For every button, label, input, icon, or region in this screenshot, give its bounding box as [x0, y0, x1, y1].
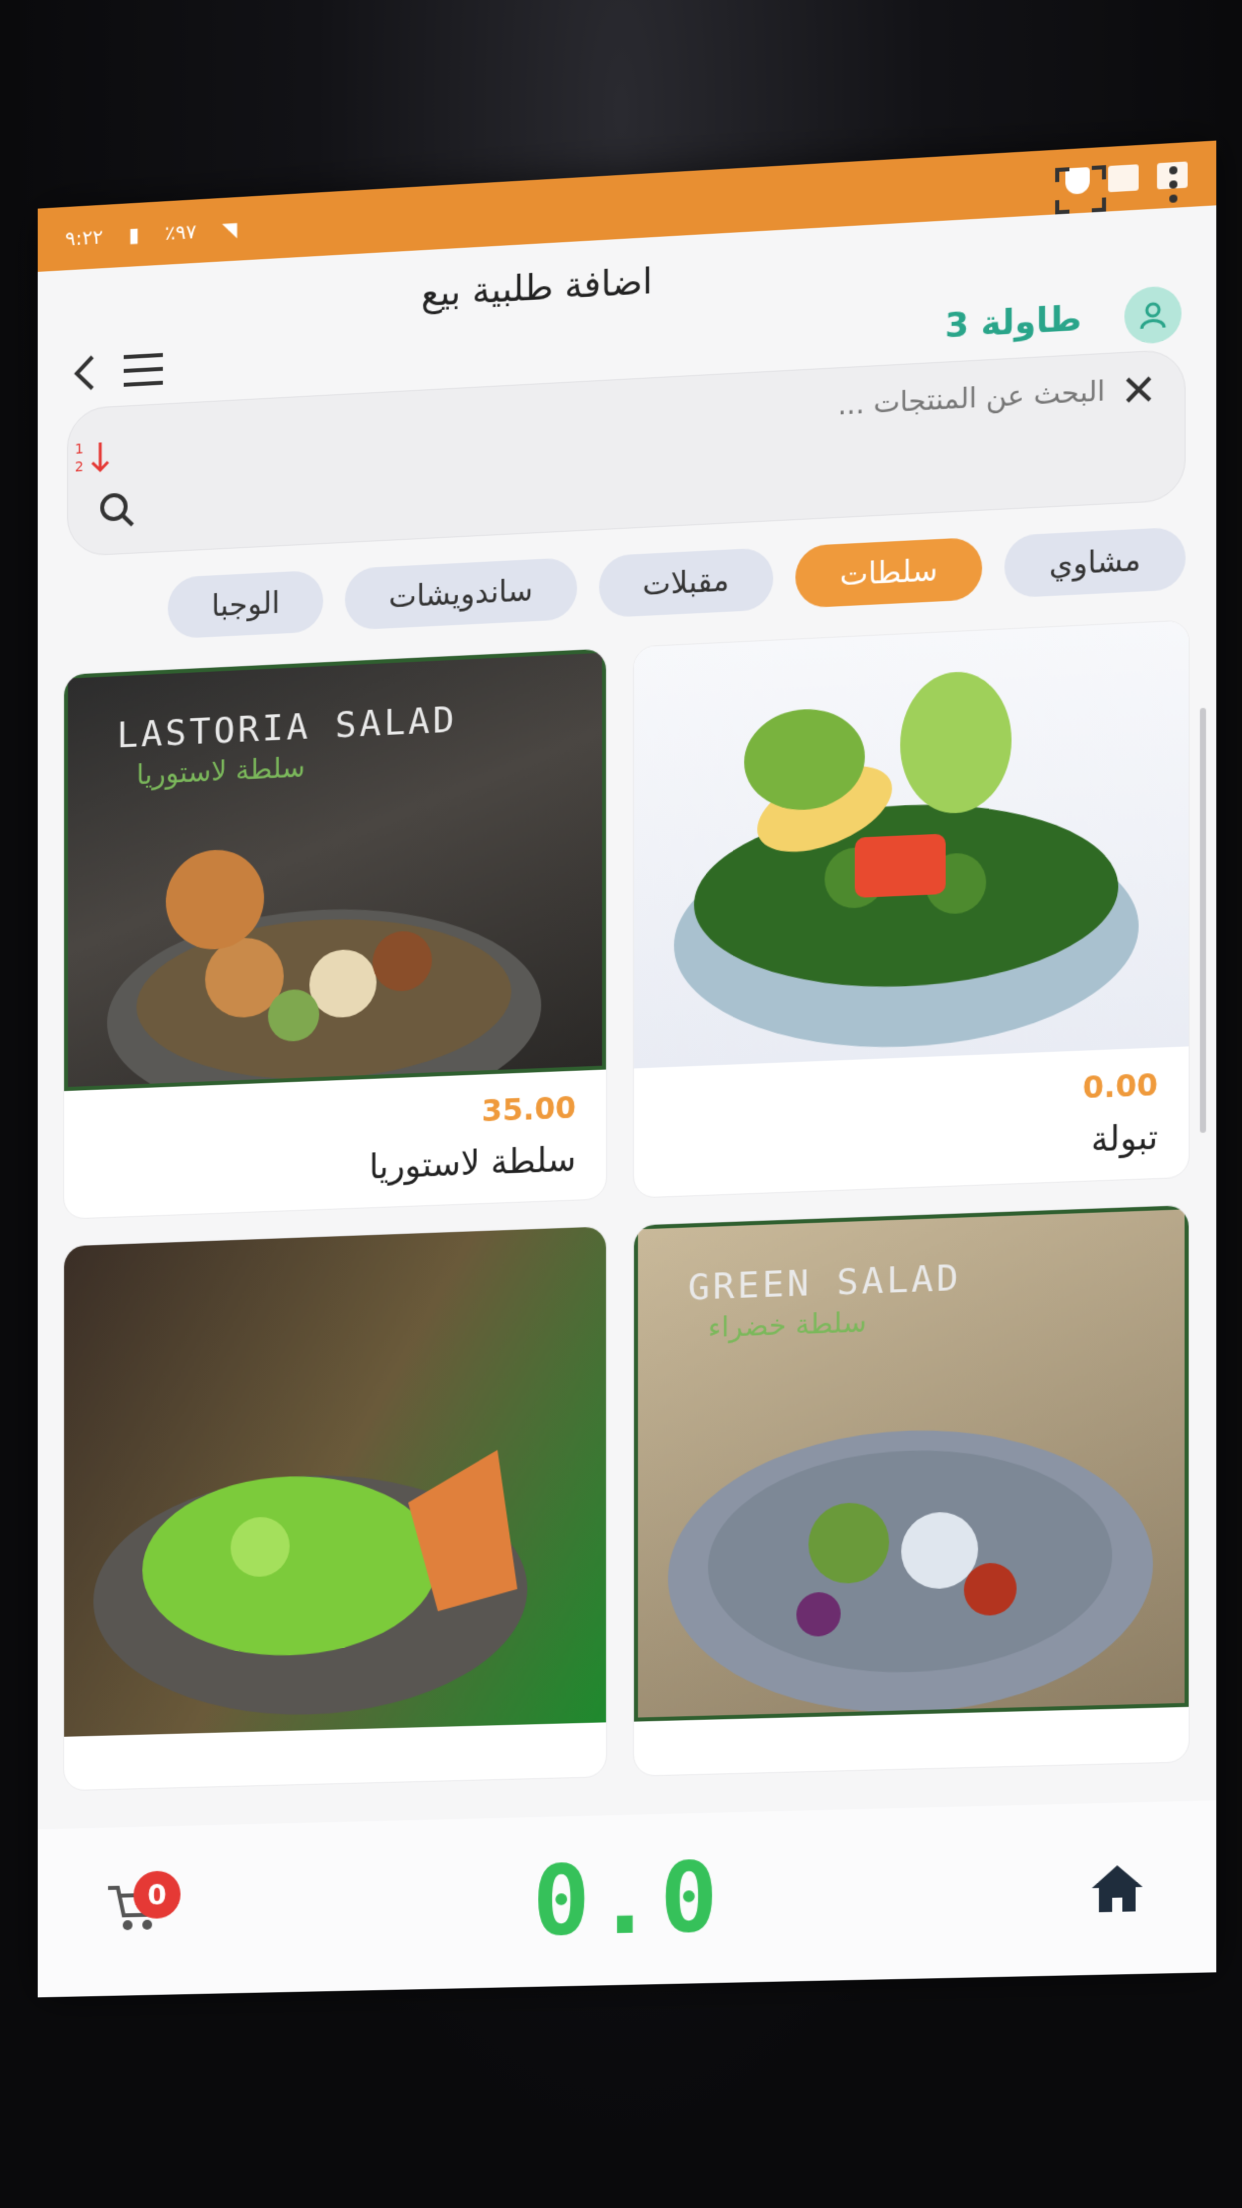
image-caption: GREEN SALAD	[687, 1257, 962, 1309]
green-salad-illustration	[667, 1422, 1153, 1719]
product-price: 0.00	[1082, 1067, 1159, 1107]
product-name	[93, 1757, 576, 1769]
search-input[interactable]: البحث عن المنتجات ...	[838, 374, 1106, 421]
product-price	[664, 1728, 1158, 1741]
product-name: تبولة	[1090, 1117, 1159, 1161]
back-icon[interactable]	[71, 353, 96, 394]
image-caption: LASTORIA SALAD	[116, 699, 458, 757]
more-options-icon[interactable]	[1167, 164, 1179, 205]
category-chip-active[interactable]: سلطات	[795, 536, 983, 609]
image-caption-ar: سلطة لاستوريا	[136, 750, 306, 792]
product-price: 35.00	[481, 1090, 577, 1130]
clear-icon[interactable]	[1123, 373, 1154, 405]
fullscreen-icon[interactable]	[1055, 165, 1106, 214]
order-total: 0.0	[532, 1841, 724, 1958]
page-title: اضافة طلبية بيع	[421, 261, 653, 315]
product-card[interactable]	[63, 1225, 608, 1792]
product-card[interactable]: GREEN SALAD سلطة خضراء	[632, 1204, 1190, 1777]
category-chip[interactable]: الوجبا	[168, 569, 324, 640]
product-card[interactable]: LASTORIA SALAD سلطة لاستوريا 35.00 سلطة …	[63, 647, 608, 1220]
product-price	[93, 1743, 576, 1756]
status-time: ٩:٢٢	[65, 224, 104, 251]
battery-level: ٪٩٧	[164, 219, 197, 245]
product-grid: LASTORIA SALAD سلطة لاستوريا 35.00 سلطة …	[38, 588, 1217, 1792]
home-icon[interactable]	[1090, 1863, 1145, 1915]
category-chip[interactable]: ساندويشات	[345, 557, 577, 631]
svg-text:1: 1	[75, 441, 84, 457]
caesar-salad-illustration	[93, 1449, 528, 1721]
user-icon[interactable]	[1124, 285, 1182, 345]
tabbouleh-bowl-illustration	[673, 669, 1139, 1056]
table-label: طاولة 3	[944, 298, 1082, 347]
product-image: LASTORIA SALAD سلطة لاستوريا	[64, 648, 607, 1092]
device-screen: ٩:٢٢ ▮ ٪٩٧ ◥ اضافة طلبية بيع طاولة 3 الب…	[37, 140, 1217, 1998]
sort-icon[interactable]: 12	[73, 436, 112, 478]
product-image	[64, 1226, 607, 1737]
product-image	[633, 620, 1189, 1069]
search-icon[interactable]	[97, 489, 136, 531]
category-chip[interactable]: مقبلات	[598, 547, 774, 619]
product-name	[664, 1742, 1158, 1755]
scrollbar[interactable]	[1199, 707, 1207, 1133]
product-name: سلطة لاستوريا	[368, 1139, 577, 1188]
cart-button[interactable]: 0	[106, 1870, 181, 1941]
svg-text:2: 2	[75, 459, 84, 475]
menu-icon[interactable]	[122, 352, 165, 388]
battery-icon: ▮	[128, 222, 140, 247]
cart-count-badge: 0	[133, 1870, 181, 1920]
salad-bowl-illustration	[107, 847, 542, 1092]
image-caption-ar: سلطة خضراء	[708, 1305, 867, 1344]
category-chip[interactable]: مشاوي	[1004, 526, 1186, 599]
bottom-bar: 0 0.0	[37, 1800, 1217, 1998]
wifi-icon: ◥	[221, 216, 238, 242]
product-card[interactable]: 0.00 تبولة	[632, 619, 1190, 1199]
product-image: GREEN SALAD سلطة خضراء	[633, 1205, 1189, 1722]
